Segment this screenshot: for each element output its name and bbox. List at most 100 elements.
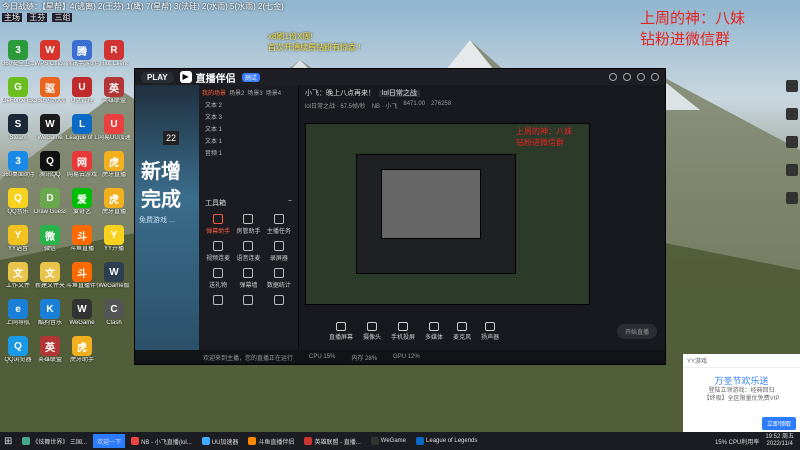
desktop-icon[interactable]: 网网易云游戏 — [66, 151, 98, 179]
close-icon[interactable] — [651, 73, 659, 81]
app-icon: 3 — [8, 40, 28, 60]
app-titlebar: PLAY ▶ 直播伴侣 测试 — [135, 69, 665, 85]
microphone-button[interactable]: 麦克风 — [453, 321, 471, 341]
taskbar-item[interactable]: NB - 小飞直播(lol... — [127, 434, 196, 448]
tab-scene-4[interactable]: 场景4 — [266, 88, 281, 97]
desktop-icon[interactable]: e 上网导航 — [2, 299, 34, 327]
minimize-icon[interactable] — [637, 73, 645, 81]
scene-item[interactable]: 音频 1 — [199, 148, 298, 160]
desktop-icon[interactable]: D Draw Guess — [34, 188, 66, 216]
desktop-icon[interactable]: 3 360安全卫士 — [2, 40, 34, 68]
desktop-icon[interactable] — [786, 108, 798, 120]
speaker-button[interactable]: 扬声器 — [481, 321, 499, 341]
desktop-icon[interactable]: 驱 360驱动大师 — [34, 77, 66, 105]
desktop-icon[interactable]: W WeGame — [34, 114, 66, 142]
start-live-button[interactable]: 开始直播 — [616, 323, 657, 339]
tool-voice-link[interactable]: 语音连麦 — [233, 241, 263, 262]
desktop-icon[interactable]: W WeGame版 — [98, 262, 130, 290]
tool-recorder[interactable]: 录屏器 — [264, 241, 294, 262]
phone-cast-button[interactable]: 手机投屏 — [391, 321, 415, 341]
app-icon: W — [104, 262, 124, 282]
ad-popup[interactable]: YY游戏 万圣节欢乐送 登陆立领游戏：经典回归 【终极】全区限量优免费VIP 立… — [683, 354, 800, 434]
desktop-icon[interactable]: U网易UU加速器 — [98, 114, 130, 142]
desktop-icon[interactable]: C Clash — [98, 299, 130, 327]
stream-preview[interactable]: 上周的神：八妹 钻粉进微信群 — [305, 123, 590, 305]
tool-danmaku-wall[interactable]: 弹幕墙 — [233, 268, 263, 289]
desktop-icon[interactable]: 斗斗鱼直播 — [66, 225, 98, 253]
desktop-icon[interactable]: 文新建文件夹 — [34, 262, 66, 290]
tool-stats[interactable]: 数据统计 — [264, 268, 294, 289]
start-button[interactable]: ⊞ — [0, 434, 16, 448]
scene-item[interactable]: 文本 3 — [199, 112, 298, 124]
desktop-icon[interactable]: Y YY开播 — [98, 225, 130, 253]
taskbar-item[interactable]: 欢迎一下 — [93, 434, 126, 448]
toolbox-header: 工具箱 − — [205, 198, 292, 208]
taskbar-item[interactable]: WeGame — [367, 434, 410, 448]
tool-extra[interactable] — [203, 295, 233, 307]
tool-danmaku[interactable]: 弹幕助手 — [203, 214, 233, 235]
desktop-icon[interactable] — [786, 192, 798, 204]
desktop-icon[interactable]: 文工作文件 — [2, 262, 34, 290]
camera-button[interactable]: 摄像头 — [363, 321, 381, 341]
media-button[interactable]: 多媒体 — [425, 321, 443, 341]
desktop-icon[interactable] — [786, 80, 798, 92]
desktop-icon[interactable]: 虎虎牙直播 — [98, 151, 130, 179]
desktop-icon-label: GeForce Experience — [2, 98, 34, 104]
screen-capture-button[interactable]: 直播屏幕 — [329, 321, 353, 341]
desktop-icon[interactable]: 英英雄联盟 — [98, 77, 130, 105]
desktop-icon[interactable]: S Steam — [2, 114, 34, 142]
tab-scene-1[interactable]: 我的场景 — [202, 88, 226, 97]
tab-scene-2[interactable]: 场景2 — [229, 88, 244, 97]
popup-claim-button[interactable]: 立即领取 — [761, 417, 796, 430]
message-icon[interactable] — [623, 73, 631, 81]
clock[interactable]: 19:52 周五 2022/11/4 — [765, 434, 794, 448]
desktop-icon[interactable]: W WPS Office — [34, 40, 66, 68]
game-banner[interactable]: 22 新增 完成 免费游戏 ... — [135, 85, 199, 364]
play-button[interactable]: PLAY — [141, 71, 174, 83]
app-icon — [131, 437, 140, 445]
desktop-icon[interactable]: LLeague of Legends — [66, 114, 98, 142]
desktop-icon[interactable]: 微微信 — [34, 225, 66, 253]
tool-extra[interactable] — [264, 295, 294, 307]
taskbar-item[interactable]: League of Legends — [412, 434, 481, 448]
tool-video-link[interactable]: 视频连麦 — [203, 241, 233, 262]
desktop-icon[interactable]: 虎虎牙直播 — [98, 188, 130, 216]
camera-icon — [367, 321, 378, 331]
desktop-icon[interactable]: 虎虎牙助手 — [66, 336, 98, 364]
desktop-icon[interactable]: Y YY语音 — [2, 225, 34, 253]
tool-extra[interactable] — [233, 295, 263, 307]
desktop-icon[interactable]: GGeForce Experience — [2, 77, 34, 105]
desktop-icon-label: 虎牙助手 — [69, 357, 94, 363]
scene-item[interactable]: 文本 2 — [199, 100, 298, 112]
desktop-icon[interactable]: K 酷狗音乐 — [34, 299, 66, 327]
taskbar-item[interactable]: UU加速器 — [198, 434, 243, 448]
desktop-icon[interactable]: 英英雄联盟 — [34, 336, 66, 364]
desktop-icon[interactable]: 爱爱奇艺 — [66, 188, 98, 216]
desktop-icon[interactable] — [786, 164, 798, 176]
desktop-icon[interactable]: Q QQ浏览器 — [2, 336, 34, 364]
category-tag[interactable]: lol日常之战 — [378, 90, 420, 97]
taskbar-item[interactable]: 斗鱼直播伴侣 — [244, 434, 298, 448]
desktop-icon[interactable]: U U盘管理 — [66, 77, 98, 105]
desktop-icon[interactable] — [786, 136, 798, 148]
taskbar-item[interactable]: 《炫舞世界》 三国... — [18, 434, 91, 448]
toolbox-toggle-icon[interactable]: − — [288, 198, 292, 208]
tool-room-admin[interactable]: 房管助手 — [233, 214, 263, 235]
tool-gift[interactable]: 送礼物 — [203, 268, 233, 289]
desktop-icon[interactable]: 腾腾讯手游助手 — [66, 40, 98, 68]
desktop-icon-label: 网易UU加速器 — [98, 135, 130, 141]
desktop-icon-label: QQ浏览器 — [4, 357, 32, 363]
settings-icon[interactable] — [609, 73, 617, 81]
desktop-icon[interactable]: 斗斗鱼直播伴侣 — [66, 262, 98, 290]
desktop-icon[interactable]: Q QQ音乐 — [2, 188, 34, 216]
tool-icon — [273, 295, 284, 305]
desktop-icon[interactable]: R Riot Client — [98, 40, 130, 68]
desktop-icon[interactable]: 3 360桌面助手 — [2, 151, 34, 179]
tab-scene-3[interactable]: 场景3 — [247, 88, 262, 97]
desktop-icon[interactable]: Q 腾讯QQ — [34, 151, 66, 179]
tool-tasks[interactable]: 主播任务 — [264, 214, 294, 235]
desktop-icon[interactable]: W WeGame — [66, 299, 98, 327]
taskbar-item[interactable]: 英雄联盟 - 直播... — [300, 434, 364, 448]
scene-item[interactable]: 文本 1 — [199, 136, 298, 148]
scene-item[interactable]: 文本 1 — [199, 124, 298, 136]
